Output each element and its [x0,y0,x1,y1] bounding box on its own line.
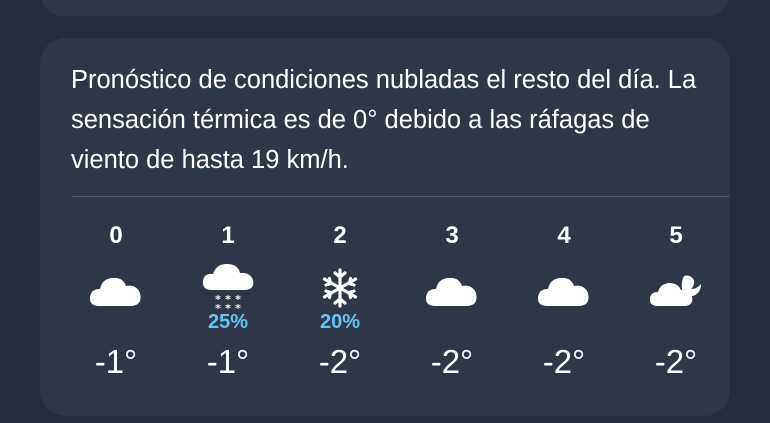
temperature: -1° [94,343,138,380]
hour-column: 5 -2° [620,218,732,398]
precipitation-chance: 25% [207,311,249,333]
hour-column: 3 -2° [396,218,508,398]
forecast-summary: Pronóstico de condiciones nubladas el re… [71,66,697,174]
hour-label: 3 [445,222,459,249]
cloud-snow-icon: * * * * * * [198,262,258,314]
cloud-icon [422,262,482,314]
hour-label: 4 [557,222,571,249]
precipitation-chance: 20% [319,311,361,333]
temperature: -2° [654,343,698,380]
temperature: -1° [206,343,250,380]
previous-card [40,0,730,16]
hour-label: 5 [669,222,683,249]
cloud-icon [86,262,146,314]
hour-label: 2 [333,222,347,249]
hour-label: 1 [221,222,235,249]
cloud-moon-icon [646,262,706,314]
hour-column: 2 20% -2° [284,218,396,398]
hour-label: 0 [109,222,123,249]
hour-column: 1 * * * * * * 25% -1° [172,218,284,398]
hour-column: 4 -2° [508,218,620,398]
cloud-icon [534,262,594,314]
temperature: -2° [430,343,474,380]
divider [71,196,730,197]
hour-column: 0 -1° [60,218,172,398]
temperature: -2° [542,343,586,380]
hourly-forecast-card: Pronóstico de condiciones nubladas el re… [40,38,730,416]
temperature: -2° [318,343,362,380]
hourly-strip[interactable]: 0 -1° 1 * * * * * * 25% -1° 2 20% -2° 3 … [60,218,730,398]
snowflake-icon [310,262,370,314]
